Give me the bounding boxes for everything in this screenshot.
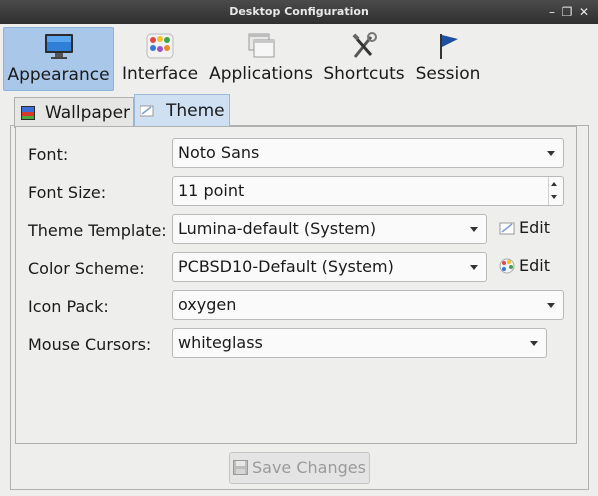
color-scheme-select[interactable]: PCBSD10-Default (System) — [172, 252, 487, 282]
close-icon[interactable]: ✕ — [575, 3, 593, 21]
toolbar-label: Appearance — [7, 65, 110, 85]
save-icon — [233, 460, 248, 475]
tools-icon — [352, 32, 377, 58]
mouse-cursors-label: Mouse Cursors: — [28, 335, 152, 354]
toolbar-label: Applications — [209, 64, 313, 84]
edit-label: Edit — [519, 218, 550, 237]
mouse-cursors-select[interactable]: whiteglass — [172, 328, 547, 358]
theme-template-value: Lumina-default (System) — [178, 219, 377, 238]
chevron-down-icon — [530, 341, 538, 346]
mouse-cursors-value: whiteglass — [178, 333, 263, 352]
chevron-down-icon[interactable] — [551, 195, 557, 199]
category-toolbar: Appearance Interface Applications Shortc… — [0, 24, 598, 92]
edit-theme-icon — [499, 222, 515, 235]
toolbar-appearance[interactable]: Appearance — [3, 27, 114, 91]
icon-pack-label: Icon Pack: — [28, 297, 109, 316]
window-title: Desktop Configuration — [229, 5, 369, 18]
wallpaper-icon — [21, 106, 35, 120]
maximize-icon[interactable]: ❐ — [558, 3, 576, 21]
edit-label: Edit — [519, 256, 550, 275]
color-palette-icon — [499, 258, 515, 274]
font-size-label: Font Size: — [28, 183, 107, 202]
flag-icon — [440, 34, 458, 59]
save-label: Save Changes — [252, 458, 366, 477]
save-changes-button[interactable]: Save Changes — [229, 452, 370, 484]
palette-icon — [146, 33, 174, 59]
theme-template-select[interactable]: Lumina-default (System) — [172, 214, 487, 244]
toolbar-shortcuts[interactable]: Shortcuts — [322, 27, 406, 89]
theme-icon — [140, 105, 154, 117]
font-size-spinbox[interactable]: 11 point — [172, 176, 564, 206]
tab-wallpaper[interactable]: Wallpaper — [14, 97, 134, 128]
color-scheme-value: PCBSD10-Default (System) — [178, 257, 394, 276]
toolbar-label: Session — [415, 64, 481, 84]
icon-pack-value: oxygen — [178, 295, 237, 314]
chevron-down-icon — [547, 303, 555, 308]
toolbar-label: Shortcuts — [323, 64, 405, 84]
chevron-down-icon — [470, 227, 478, 232]
tab-label: Theme — [166, 101, 225, 121]
font-select[interactable]: Noto Sans — [172, 138, 564, 168]
title-bar: Desktop Configuration – ❐ ✕ — [0, 0, 598, 24]
font-label: Font: — [28, 145, 69, 164]
color-scheme-label: Color Scheme: — [28, 259, 145, 278]
font-size-value: 11 point — [178, 181, 245, 200]
toolbar-session[interactable]: Session — [414, 27, 482, 89]
tab-theme[interactable]: Theme — [134, 94, 230, 126]
chevron-down-icon — [547, 151, 555, 156]
icon-pack-select[interactable]: oxygen — [172, 290, 564, 320]
toolbar-label: Interface — [121, 64, 199, 84]
windows-icon — [248, 33, 275, 58]
chevron-up-icon[interactable] — [551, 182, 557, 186]
theme-template-label: Theme Template: — [28, 221, 167, 240]
theme-panel — [15, 126, 577, 444]
toolbar-applications[interactable]: Applications — [209, 27, 313, 89]
monitor-icon — [44, 34, 73, 59]
font-value: Noto Sans — [178, 143, 260, 162]
toolbar-interface[interactable]: Interface — [118, 27, 202, 89]
chevron-down-icon — [470, 265, 478, 270]
tab-label: Wallpaper — [45, 103, 131, 123]
